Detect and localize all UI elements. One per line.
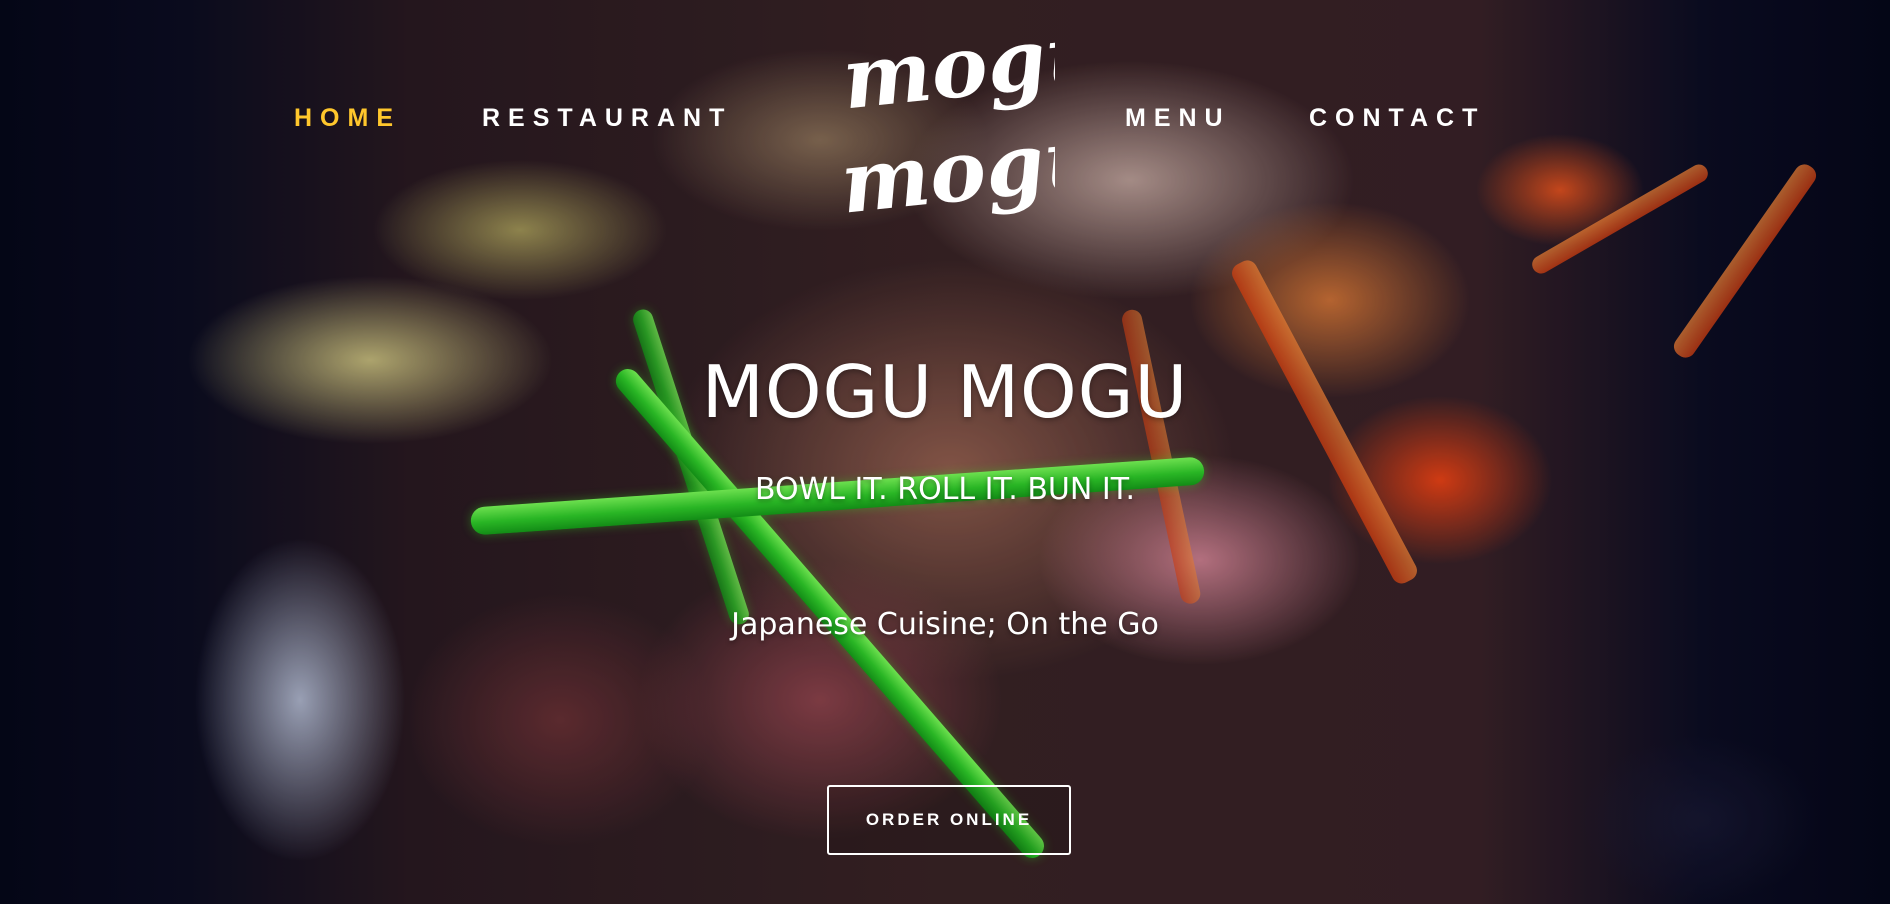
nav-item-home[interactable]: HOME (294, 104, 401, 133)
hero-title: MOGU MOGU (701, 350, 1189, 434)
nav-item-menu[interactable]: MENU (1125, 104, 1231, 133)
nav-item-contact[interactable]: CONTACT (1309, 104, 1485, 133)
nav-item-restaurant[interactable]: RESTAURANT (482, 104, 732, 133)
site-logo[interactable]: mogu mogu (835, 6, 1055, 238)
logo-text-top: mogu (838, 6, 1055, 128)
hero-tagline: BOWL IT. ROLL IT. BUN IT. (754, 472, 1136, 507)
hero-background-image: HOME RESTAURANT MENU CONTACT mogu mogu M… (0, 0, 1890, 904)
hero-subtitle: Japanese Cuisine; On the Go (731, 607, 1159, 642)
order-online-button[interactable]: ORDER ONLINE (827, 785, 1071, 855)
logo-mark: mogu mogu (836, 6, 1055, 233)
